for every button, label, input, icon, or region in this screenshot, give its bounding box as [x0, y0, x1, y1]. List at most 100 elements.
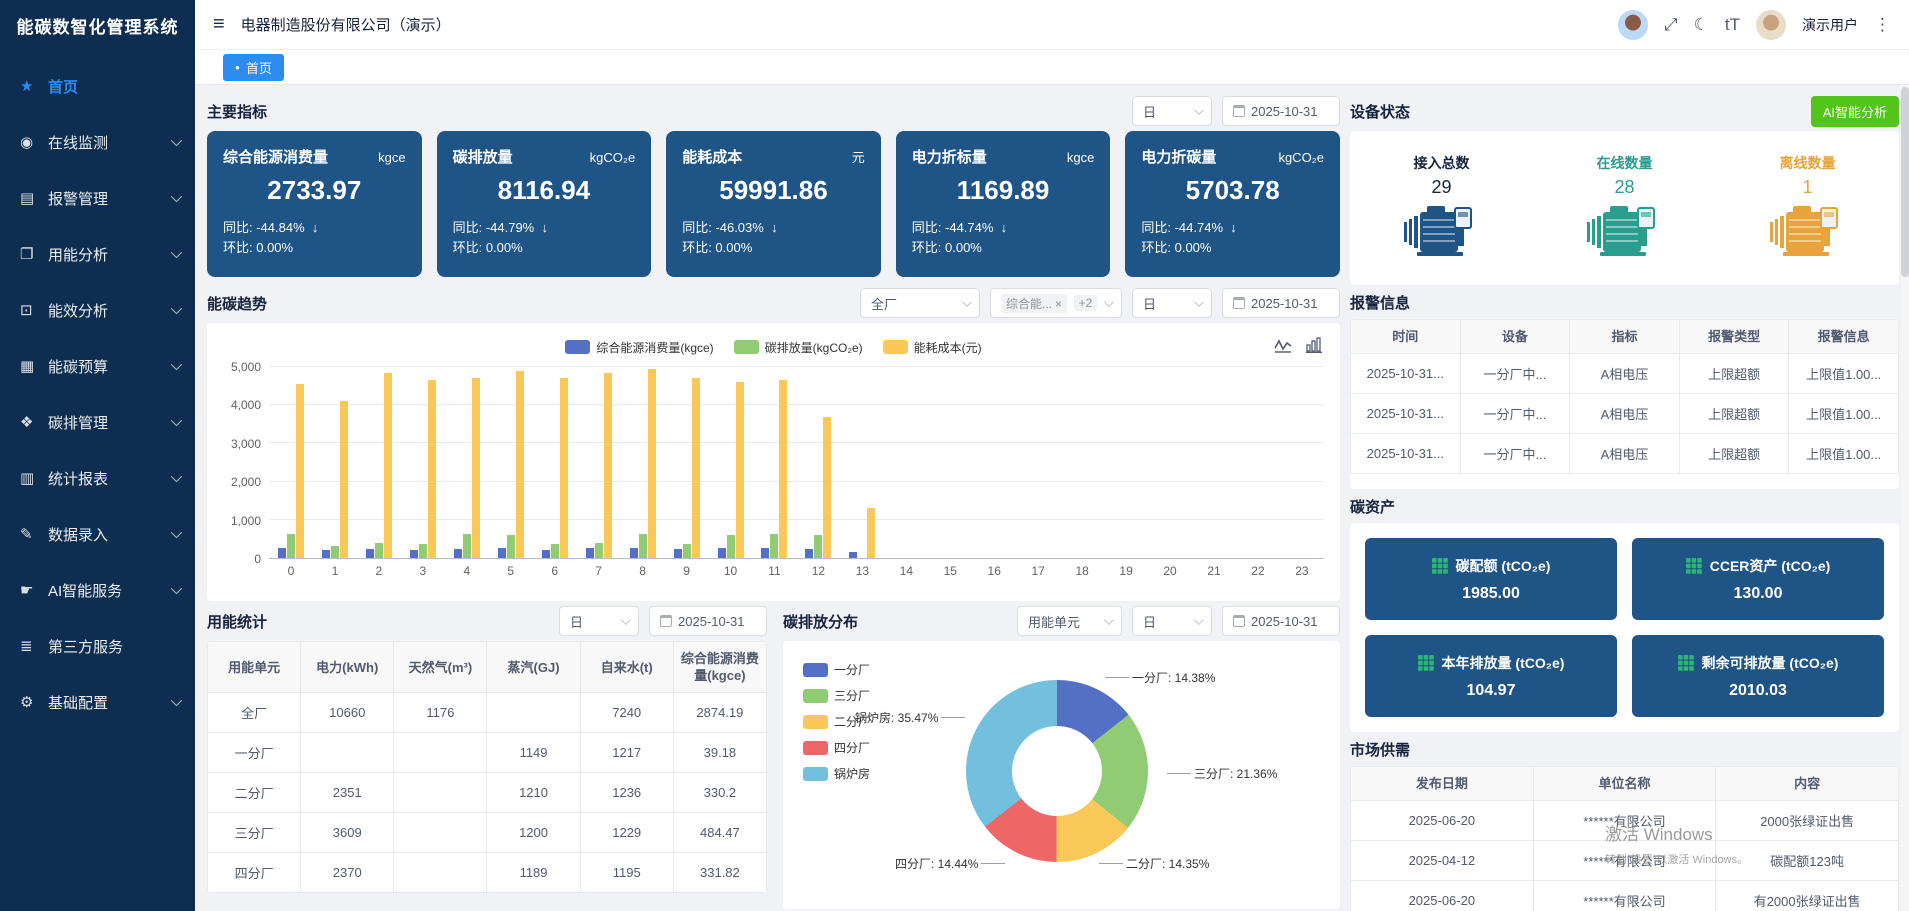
- x-axis-tick-label: 11: [752, 559, 796, 583]
- data-entry-icon: ✎: [20, 525, 48, 543]
- bar-group[interactable]: [709, 367, 753, 558]
- sidebar-item[interactable]: ▤报警管理: [0, 170, 195, 226]
- bar-group[interactable]: [1236, 367, 1280, 558]
- grid-icon: [1678, 655, 1694, 671]
- emission-unit-select[interactable]: 用能单元: [1017, 606, 1122, 636]
- pie-legend-item[interactable]: 锅炉房: [803, 765, 870, 782]
- bar-group[interactable]: [884, 367, 928, 558]
- sidebar-item[interactable]: ▥统计报表: [0, 450, 195, 506]
- bar-group[interactable]: [1104, 367, 1148, 558]
- calendar-icon: [1233, 105, 1245, 117]
- pie-legend-item[interactable]: 一分厂: [803, 661, 870, 678]
- trend-period-select[interactable]: 日: [1132, 288, 1212, 318]
- motor-icon: [1586, 204, 1664, 258]
- settings-gear-icon: ⚙: [20, 693, 48, 711]
- page-scrollbar[interactable]: [1901, 85, 1909, 911]
- chevron-down-icon: [1104, 615, 1114, 625]
- bar-group[interactable]: [1192, 367, 1236, 558]
- emission-date-picker[interactable]: 2025-10-31: [1222, 606, 1340, 636]
- bar-group[interactable]: [840, 367, 884, 558]
- kpi-date-picker[interactable]: 2025-10-31: [1222, 96, 1340, 126]
- bar-group[interactable]: [1148, 367, 1192, 558]
- kpi-period-select[interactable]: 日: [1132, 96, 1212, 126]
- sidebar-item[interactable]: ▦能碳预算: [0, 338, 195, 394]
- energy-date-picker[interactable]: 2025-10-31: [649, 606, 767, 636]
- bar-group[interactable]: [972, 367, 1016, 558]
- bar-group[interactable]: [313, 367, 357, 558]
- trend-metric-multiselect[interactable]: 综合能...× +2: [990, 288, 1122, 318]
- bar-chart-toggle-icon[interactable]: [1306, 337, 1322, 353]
- budget-calendar-icon: ▦: [20, 357, 48, 375]
- legend-item[interactable]: 综合能源消费量(kgce): [565, 339, 713, 356]
- metric-tag[interactable]: 综合能...×: [1001, 294, 1067, 313]
- ai-analysis-button[interactable]: AI智能分析: [1811, 96, 1899, 127]
- close-icon[interactable]: ×: [1055, 297, 1062, 311]
- bar-group[interactable]: [1280, 367, 1324, 558]
- bar-group[interactable]: [533, 367, 577, 558]
- bar-group[interactable]: [752, 367, 796, 558]
- bar-group[interactable]: [1016, 367, 1060, 558]
- carbon-asset-card: 剩余可排放量 (tCO₂e)2010.03: [1632, 635, 1884, 717]
- bar-group[interactable]: [269, 367, 313, 558]
- bar-group[interactable]: [445, 367, 489, 558]
- fullscreen-icon[interactable]: ⤢: [1664, 15, 1678, 35]
- legend-item[interactable]: 碳排放量(kgCO₂e): [734, 339, 863, 356]
- sidebar-item[interactable]: ☛AI智能服务: [0, 562, 195, 618]
- sidebar-item[interactable]: ≣第三方服务: [0, 618, 195, 674]
- line-chart-toggle-icon[interactable]: [1274, 337, 1292, 353]
- sidebar-item[interactable]: ❖碳排管理: [0, 394, 195, 450]
- sidebar-item[interactable]: ⚙基础配置: [0, 674, 195, 730]
- sidebar-item[interactable]: ◉在线监测: [0, 114, 195, 170]
- username[interactable]: 演示用户: [1802, 15, 1858, 35]
- bar-group[interactable]: [928, 367, 972, 558]
- trend-filters: 全厂 综合能...× +2 日 2025-10-31: [860, 288, 1340, 318]
- tab-home[interactable]: ● 首页: [223, 54, 284, 81]
- bar-group[interactable]: [577, 367, 621, 558]
- kpi-yoy: 同比: -44.79% ↓: [453, 218, 636, 238]
- more-menu-icon[interactable]: ⋮: [1874, 15, 1891, 35]
- legend-item[interactable]: 能耗成本(元): [883, 339, 982, 356]
- hamburger-icon[interactable]: ≡: [213, 13, 225, 36]
- down-arrow-icon: ↓: [1230, 220, 1237, 235]
- pie-legend-item[interactable]: 四分厂: [803, 739, 870, 756]
- table-cell: 上限超额: [1679, 394, 1789, 434]
- carbon-asset-card: 碳配额 (tCO₂e)1985.00: [1365, 538, 1617, 620]
- sidebar-item[interactable]: ⊡能效分析: [0, 282, 195, 338]
- emission-period-select[interactable]: 日: [1132, 606, 1212, 636]
- user-avatar[interactable]: [1756, 10, 1786, 40]
- bar-group[interactable]: [621, 367, 665, 558]
- bar-group[interactable]: [665, 367, 709, 558]
- energy-period-select[interactable]: 日: [559, 606, 639, 636]
- bar-group[interactable]: [489, 367, 533, 558]
- bar-group[interactable]: [401, 367, 445, 558]
- pie-legend-item[interactable]: 三分厂: [803, 687, 870, 704]
- table-cell: 484.47: [673, 813, 766, 853]
- motor-icon: [1403, 204, 1481, 258]
- trend-plot: [269, 367, 1324, 559]
- sidebar-item[interactable]: ✎数据录入: [0, 506, 195, 562]
- dark-mode-moon-icon[interactable]: ☾: [1694, 15, 1709, 35]
- assistant-avatar[interactable]: [1618, 10, 1648, 40]
- bar-group[interactable]: [796, 367, 840, 558]
- report-icon: ▥: [20, 469, 48, 487]
- sidebar-item[interactable]: ★首页: [0, 58, 195, 114]
- kpi-unit: kgce: [378, 150, 405, 165]
- kpi-mom: 环比: 0.00%: [682, 238, 865, 258]
- bar: [516, 371, 524, 558]
- metric-more-tag[interactable]: +2: [1074, 295, 1098, 311]
- bar-group[interactable]: [1060, 367, 1104, 558]
- scrollbar-thumb[interactable]: [1901, 87, 1909, 277]
- trend-date-picker[interactable]: 2025-10-31: [1222, 288, 1340, 318]
- bar-group[interactable]: [357, 367, 401, 558]
- kpi-unit: kgce: [1067, 150, 1094, 165]
- trend-y-axis: 01,0002,0003,0004,0005,000: [223, 367, 269, 559]
- legend-swatch: [883, 340, 908, 354]
- x-axis-tick-label: 16: [972, 559, 1016, 583]
- calendar-icon: [660, 615, 672, 627]
- trend-scope-select[interactable]: 全厂: [860, 288, 980, 318]
- font-size-icon[interactable]: tT: [1725, 15, 1740, 35]
- sidebar-item[interactable]: ❐用能分析: [0, 226, 195, 282]
- table-cell: ******有限公司: [1533, 801, 1716, 841]
- table-cell: 1176: [394, 693, 487, 733]
- asset-label: 剩余可排放量 (tCO₂e): [1702, 653, 1839, 673]
